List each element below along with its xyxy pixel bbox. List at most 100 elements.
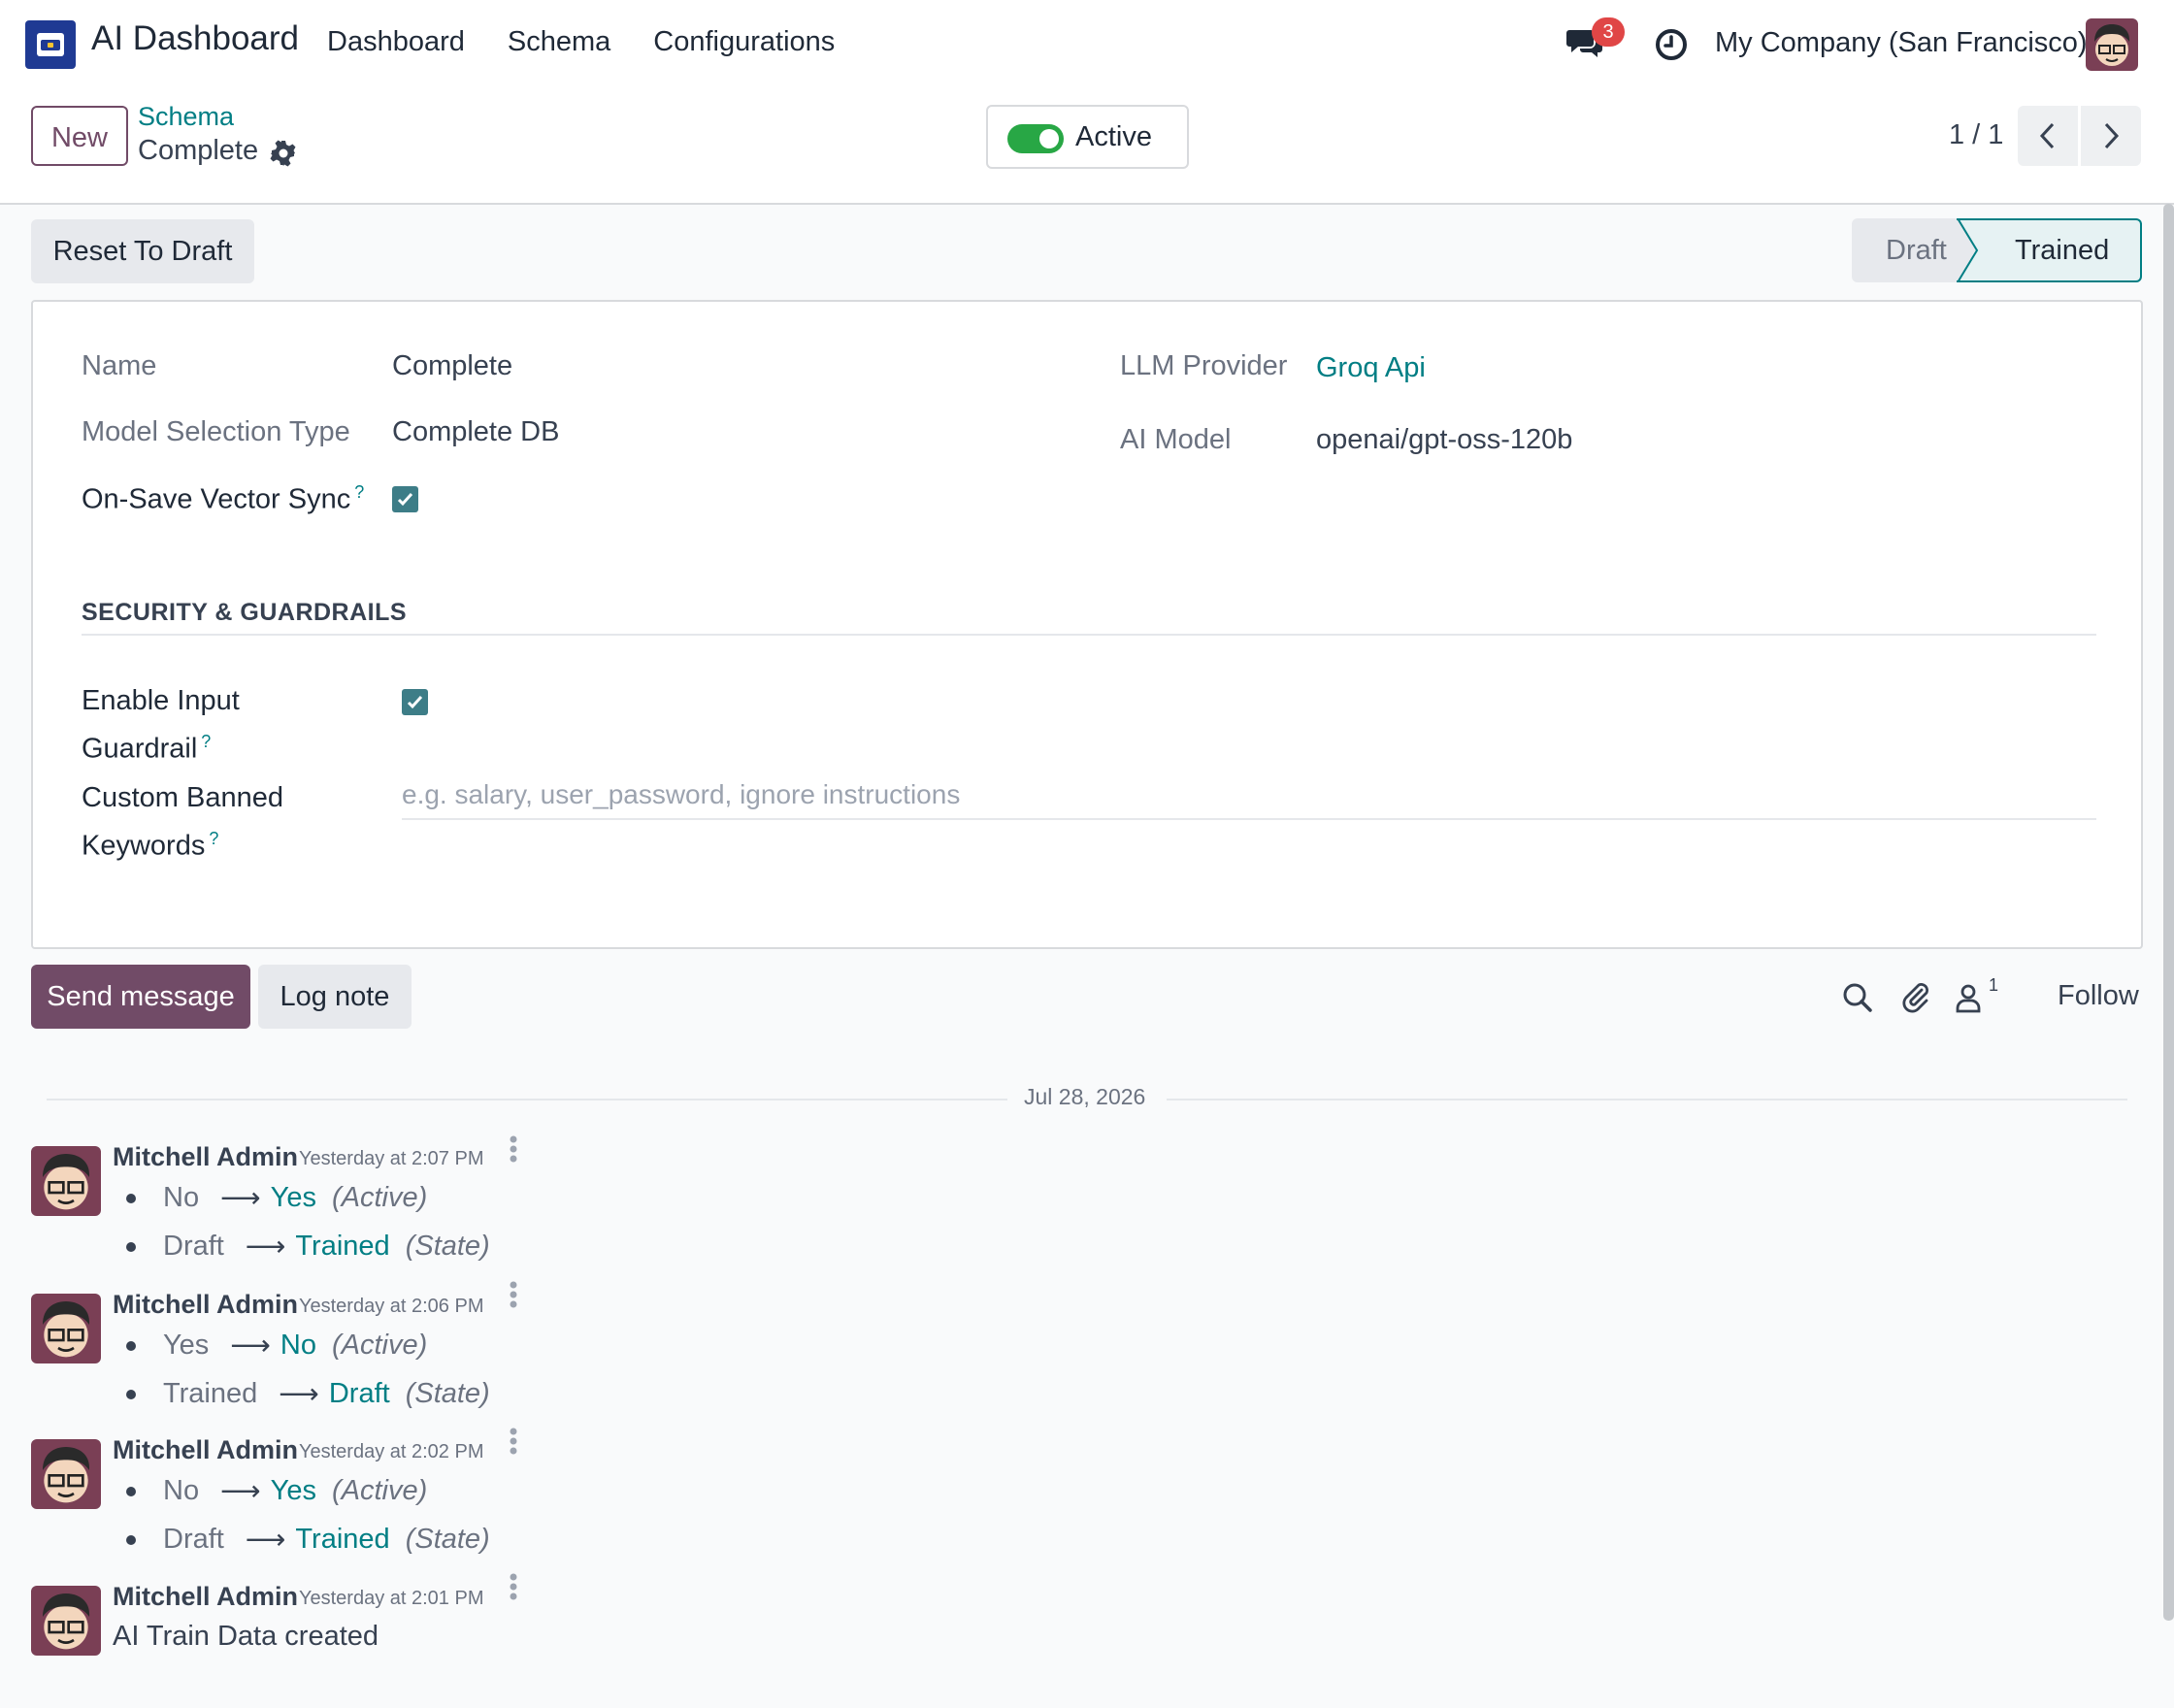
banned-keywords-label: Custom Banned Keywords? [82,777,283,867]
main-menu: Dashboard Schema Configurations [327,26,877,58]
field-name: (Active) [331,1475,428,1506]
app-title[interactable]: AI Dashboard [91,19,299,58]
input-guardrail-label: Enable Input Guardrail? [82,680,240,770]
ai-model-value[interactable]: openai/gpt-oss-120b [1316,424,1572,456]
message-options-icon[interactable] [510,1428,517,1459]
breadcrumb-schema[interactable]: Schema [138,102,234,132]
pager-next-button[interactable] [2081,106,2141,166]
date-separator: Jul 28, 2026 [1024,1084,1146,1109]
vector-sync-help-icon[interactable]: ? [354,482,364,502]
arrow-right-icon: ⟶ [245,1525,286,1556]
company-switcher[interactable]: My Company (San Francisco) [1715,27,2088,59]
new-button[interactable]: New [31,106,128,166]
input-guardrail-label-line1: Enable Input [82,685,240,716]
old-value: Draft [163,1524,224,1555]
pager-value[interactable]: 1 / 1 [1949,119,2003,151]
pager-previous-button[interactable] [2018,106,2078,166]
input-guardrail-help-icon[interactable]: ? [201,732,211,751]
chevron-left-icon [2039,122,2055,149]
paperclip-icon[interactable] [1900,981,1933,1014]
active-toggle-label: Active [1075,121,1152,152]
banned-keywords-field[interactable] [402,779,2096,820]
message-time: Yesterday at 2:07 PM [299,1148,484,1169]
menu-item-schema[interactable]: Schema [508,26,610,58]
search-icon[interactable] [1841,981,1874,1014]
check-icon [407,695,423,709]
menu-item-configurations[interactable]: Configurations [653,26,835,58]
chat-count-badge: 3 [1592,17,1625,47]
send-message-button[interactable]: Send message [31,965,250,1029]
gear-icon[interactable] [270,140,297,167]
message-author[interactable]: Mitchell Admin [113,1582,298,1612]
old-value: Draft [163,1231,224,1262]
follow-button[interactable]: Follow [2058,980,2139,1012]
check-icon [397,492,413,507]
vector-sync-label: On-Save Vector Sync? [82,482,364,516]
app-logo-icon[interactable] [25,20,76,69]
message-body: AI Train Data created [113,1621,379,1652]
banned-keywords-help-icon[interactable]: ? [209,829,218,848]
message-time: Yesterday at 2:01 PM [299,1588,484,1609]
active-toggle[interactable]: Active [986,105,1189,169]
message-author-avatar[interactable] [31,1586,101,1656]
log-note-button[interactable]: Log note [258,965,412,1029]
section-divider [82,634,2096,636]
stage-arrow-icon [1957,218,1995,282]
ai-model-label: AI Model [1120,424,1232,455]
model-selection-type-value[interactable]: Complete DB [392,416,559,448]
name-label: Name [82,350,157,381]
arrow-right-icon: ⟶ [230,1330,271,1362]
menu-item-dashboard[interactable]: Dashboard [327,26,465,58]
arrow-right-icon: ⟶ [220,1476,261,1507]
date-separator-line-left [47,1099,1007,1100]
message-author[interactable]: Mitchell Admin [113,1435,298,1465]
vector-sync-checkbox[interactable] [392,486,418,512]
page-scrollbar[interactable] [2163,204,2174,1621]
tracking-change: Trained ⟶ Draft (State) [126,1377,490,1411]
tracking-change: Yes ⟶ No (Active) [126,1329,427,1363]
old-value: Trained [163,1378,258,1409]
field-name: (Active) [331,1330,428,1361]
input-guardrail-checkbox[interactable] [402,689,428,715]
name-value[interactable]: Complete [392,350,512,382]
message-author-avatar[interactable] [31,1439,101,1509]
message-author-avatar[interactable] [31,1146,101,1216]
message-options-icon[interactable] [510,1135,517,1166]
banned-keywords-input[interactable] [402,779,2096,810]
user-avatar[interactable] [2086,18,2138,71]
message-options-icon[interactable] [510,1281,517,1312]
stage-trained[interactable]: Trained [1970,218,2142,282]
message-author[interactable]: Mitchell Admin [113,1142,298,1172]
input-guardrail-label-line2: Guardrail [82,733,198,765]
activity-clock-icon[interactable] [1654,27,1689,62]
new-value: Yes [270,1182,316,1213]
stage-draft[interactable]: Draft [1852,218,1972,282]
followers-icon[interactable] [1952,981,1985,1014]
new-value: Draft [328,1378,390,1409]
old-value: Yes [163,1330,210,1361]
chevron-right-icon [2104,122,2120,149]
message-author[interactable]: Mitchell Admin [113,1290,298,1320]
new-value: No [280,1330,316,1361]
new-value: Trained [295,1524,390,1555]
top-navbar: AI Dashboard Dashboard Schema Configurat… [0,0,2174,88]
arrow-right-icon: ⟶ [279,1379,319,1410]
model-selection-type-label: Model Selection Type [82,416,350,447]
arrow-right-icon: ⟶ [220,1183,261,1214]
llm-provider-value[interactable]: Groq Api [1316,352,1426,384]
form-sheet: Name Complete Model Selection Type Compl… [31,300,2143,949]
message-options-icon[interactable] [510,1573,517,1604]
new-value: Yes [270,1475,316,1506]
toggle-switch[interactable] [1007,124,1064,153]
tracking-change: Draft ⟶ Trained (State) [126,1230,490,1264]
message-time: Yesterday at 2:06 PM [299,1296,484,1317]
tracking-change: No ⟶ Yes (Active) [126,1474,427,1508]
message-author-avatar[interactable] [31,1294,101,1363]
banned-keywords-label-line1: Custom Banned [82,782,283,813]
reset-to-draft-button[interactable]: Reset To Draft [31,219,254,283]
field-name: (Active) [331,1182,428,1213]
control-panel: New Schema Complete Active 1 / 1 [0,88,2174,205]
follower-count: 1 [1989,975,1999,995]
date-separator-line-right [1167,1099,2127,1100]
tracking-change: Draft ⟶ Trained (State) [126,1523,490,1557]
